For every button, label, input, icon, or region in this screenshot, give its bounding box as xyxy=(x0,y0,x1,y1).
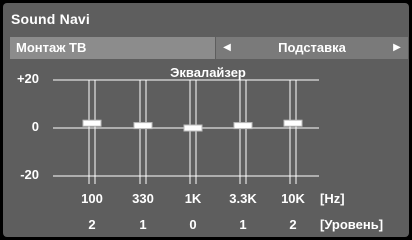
level-value: 0 xyxy=(189,217,197,232)
eq-slider-handle-10K[interactable] xyxy=(283,119,303,127)
eq-slider-handle-1K[interactable] xyxy=(183,124,203,132)
eq-slider-handle-100[interactable] xyxy=(82,119,102,127)
level-value: 1 xyxy=(139,217,147,232)
frequency-label: 100 xyxy=(81,191,103,206)
frequency-label: 10K xyxy=(281,191,305,206)
level-value: 2 xyxy=(88,217,96,232)
level-value: 2 xyxy=(289,217,297,232)
level-unit-label: [Уровень] xyxy=(320,217,384,232)
frequency-label: 3.3K xyxy=(229,191,257,206)
y-tick-label: -20 xyxy=(20,167,39,182)
frequency-label: 1K xyxy=(184,191,202,206)
eq-slider-handle-330[interactable] xyxy=(133,122,153,130)
eq-slider-handle-3.3K[interactable] xyxy=(233,122,253,130)
y-tick-label: +20 xyxy=(16,71,39,86)
frequency-unit-label: [Hz] xyxy=(320,191,345,206)
frequency-label: 330 xyxy=(132,191,154,206)
level-value: 1 xyxy=(239,217,247,232)
sound-navi-panel: Sound Navi Монтаж ТВ ◀ Подставка ▶ Эквал… xyxy=(3,3,409,237)
y-tick-label: 0 xyxy=(31,119,39,134)
